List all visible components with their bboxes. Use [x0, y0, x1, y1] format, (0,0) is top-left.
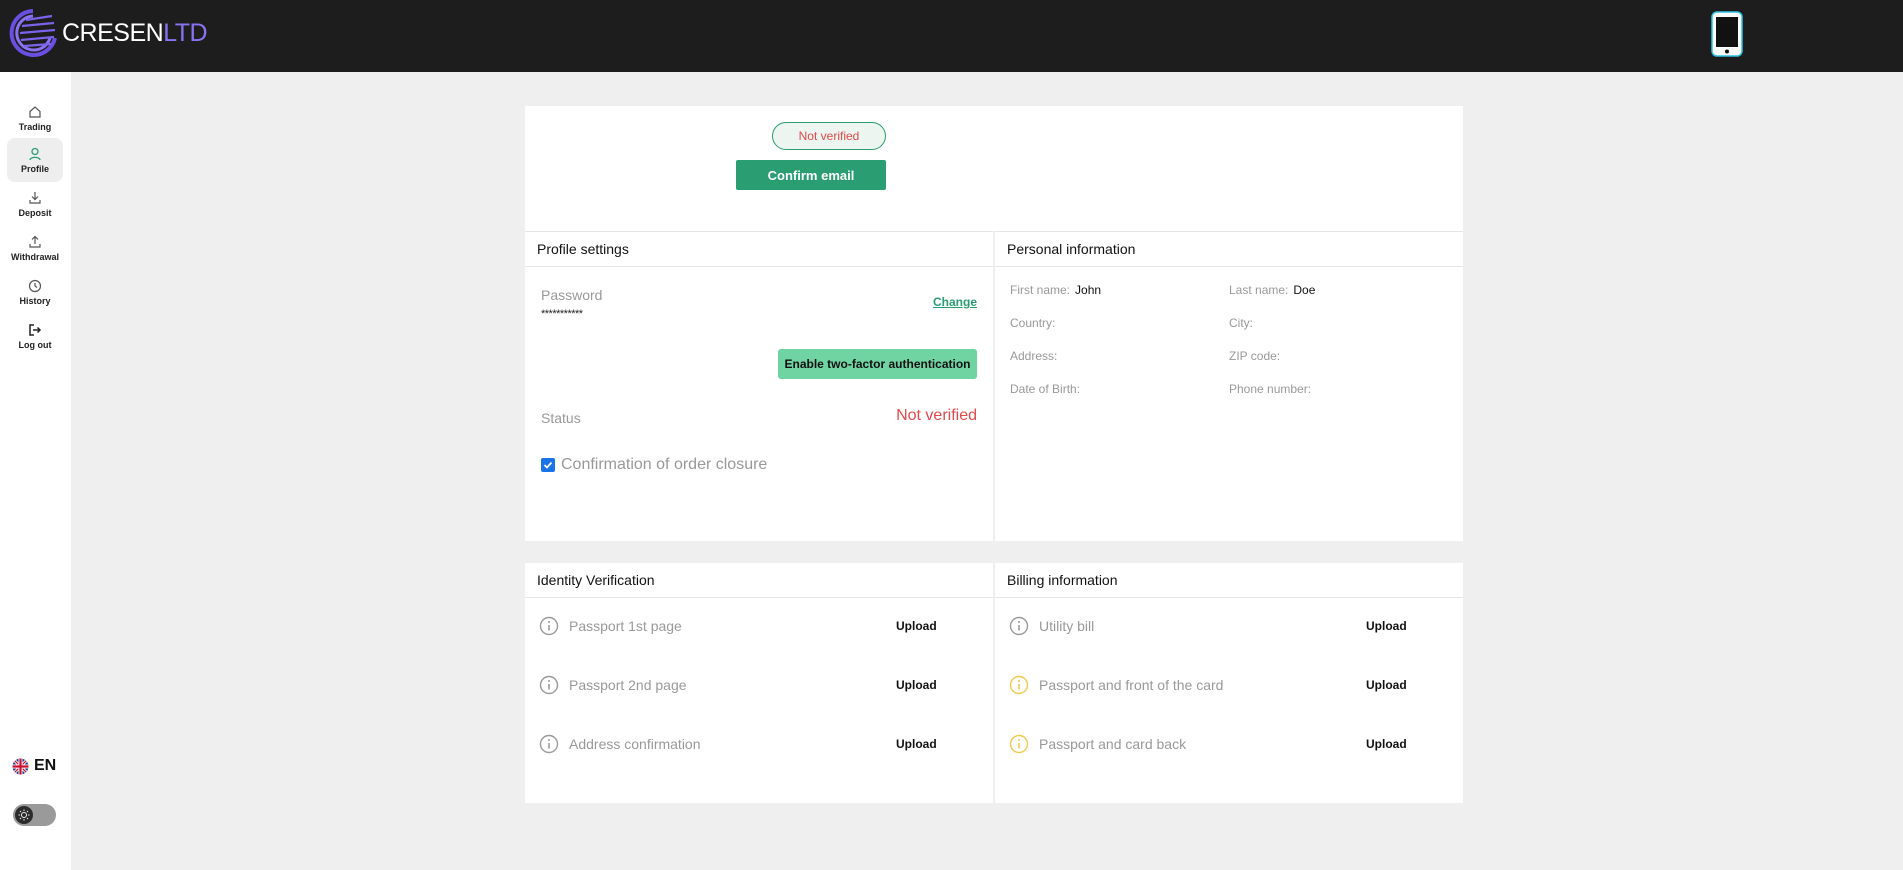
logout-icon — [29, 323, 42, 336]
document-row-card-back: Passport and card back Upload — [1009, 733, 1449, 755]
city-field: City: — [1229, 316, 1253, 330]
brand-name: CRESENLTD — [62, 18, 208, 47]
order-closure-label: Confirmation of order closure — [561, 456, 768, 473]
sidebar-item-label: Profile — [20, 163, 49, 174]
info-icon — [539, 734, 559, 754]
warning-info-icon — [1009, 734, 1029, 754]
password-label: Password — [541, 287, 603, 303]
brand-logo[interactable]: CRESENLTD — [8, 8, 208, 58]
email-status-badge: Not verified — [772, 122, 886, 150]
confirm-email-button[interactable]: Confirm email — [736, 160, 886, 190]
uk-flag-icon — [12, 758, 29, 774]
sidebar-item-label: Deposit — [18, 207, 52, 218]
clock-icon — [28, 279, 42, 292]
order-closure-checkbox[interactable]: Confirmation of order closure — [541, 456, 767, 474]
check-icon — [543, 461, 553, 469]
sidebar-item-trading[interactable]: Trading — [7, 96, 63, 140]
profile-settings-panel: Profile settings Password *********** Ch… — [525, 231, 993, 541]
document-row-card-front: Passport and front of the card Upload — [1009, 674, 1449, 696]
sidebar-item-logout[interactable]: Log out — [7, 314, 63, 358]
change-password-link[interactable]: Change — [933, 295, 977, 309]
address-field: Address: — [1010, 349, 1058, 363]
email-verification-card: Not verified Confirm email — [525, 106, 1463, 231]
language-selector[interactable]: EN — [12, 757, 56, 775]
upload-button[interactable]: Upload — [896, 619, 937, 633]
upload-icon — [29, 235, 41, 248]
panel-title: Profile settings — [537, 241, 629, 257]
panel-title: Billing information — [1007, 572, 1118, 588]
sidebar-item-label: History — [19, 295, 51, 306]
zip-code-field: ZIP code: — [1229, 349, 1281, 363]
billing-information-panel: Billing information Utility bill Upload … — [995, 563, 1463, 803]
download-icon — [29, 191, 41, 204]
checkbox[interactable] — [541, 458, 555, 472]
panel-title: Personal information — [1007, 241, 1136, 257]
upload-button[interactable]: Upload — [896, 678, 937, 692]
sidebar-item-profile[interactable]: Profile — [7, 138, 63, 182]
first-name-field: First name: John — [1010, 283, 1102, 297]
status-value: Not verified — [896, 407, 977, 424]
identity-verification-panel: Identity Verification Passport 1st page … — [525, 563, 993, 803]
upload-button[interactable]: Upload — [1366, 678, 1407, 692]
user-icon — [29, 147, 41, 160]
upload-button[interactable]: Upload — [1366, 619, 1407, 633]
document-row-address-confirmation: Address confirmation Upload — [539, 733, 979, 755]
top-bar: CRESENLTD — [0, 0, 1903, 72]
password-value: *********** — [541, 308, 583, 320]
date-of-birth-field: Date of Birth: — [1010, 382, 1081, 396]
document-row-utility-bill: Utility bill Upload — [1009, 615, 1449, 637]
last-name-field: Last name: Doe — [1229, 283, 1316, 297]
smartphone-icon[interactable] — [1711, 11, 1743, 57]
divider — [525, 266, 993, 267]
language-code: EN — [34, 757, 57, 774]
sidebar-item-history[interactable]: History — [7, 270, 63, 314]
enable-2fa-button[interactable]: Enable two-factor authentication — [778, 349, 977, 379]
upload-button[interactable]: Upload — [1366, 737, 1407, 751]
country-field: Country: — [1010, 316, 1056, 330]
phone-number-field: Phone number: — [1229, 382, 1312, 396]
info-icon — [539, 616, 559, 636]
theme-toggle[interactable] — [13, 804, 56, 826]
sidebar-item-label: Log out — [18, 339, 52, 350]
sun-icon — [15, 806, 33, 824]
divider — [525, 597, 993, 598]
logo-mark-icon — [9, 9, 57, 57]
document-row-passport-2nd: Passport 2nd page Upload — [539, 674, 979, 696]
home-icon — [29, 105, 41, 118]
sidebar-item-deposit[interactable]: Deposit — [7, 182, 63, 226]
sidebar-item-label: Trading — [18, 121, 52, 132]
sidebar-item-withdrawal[interactable]: Withdrawal — [7, 226, 63, 270]
info-icon — [1009, 616, 1029, 636]
divider — [995, 597, 1463, 598]
panel-title: Identity Verification — [537, 572, 655, 588]
sidebar-item-label: Withdrawal — [11, 251, 59, 262]
divider — [995, 266, 1463, 267]
warning-info-icon — [1009, 675, 1029, 695]
status-label: Status — [541, 410, 581, 426]
personal-information-panel: Personal information First name: John Las… — [995, 231, 1463, 541]
info-icon — [539, 675, 559, 695]
document-row-passport-1st: Passport 1st page Upload — [539, 615, 979, 637]
sidebar: Trading Profile Deposit Withdrawal Histo… — [0, 72, 71, 870]
upload-button[interactable]: Upload — [896, 737, 937, 751]
